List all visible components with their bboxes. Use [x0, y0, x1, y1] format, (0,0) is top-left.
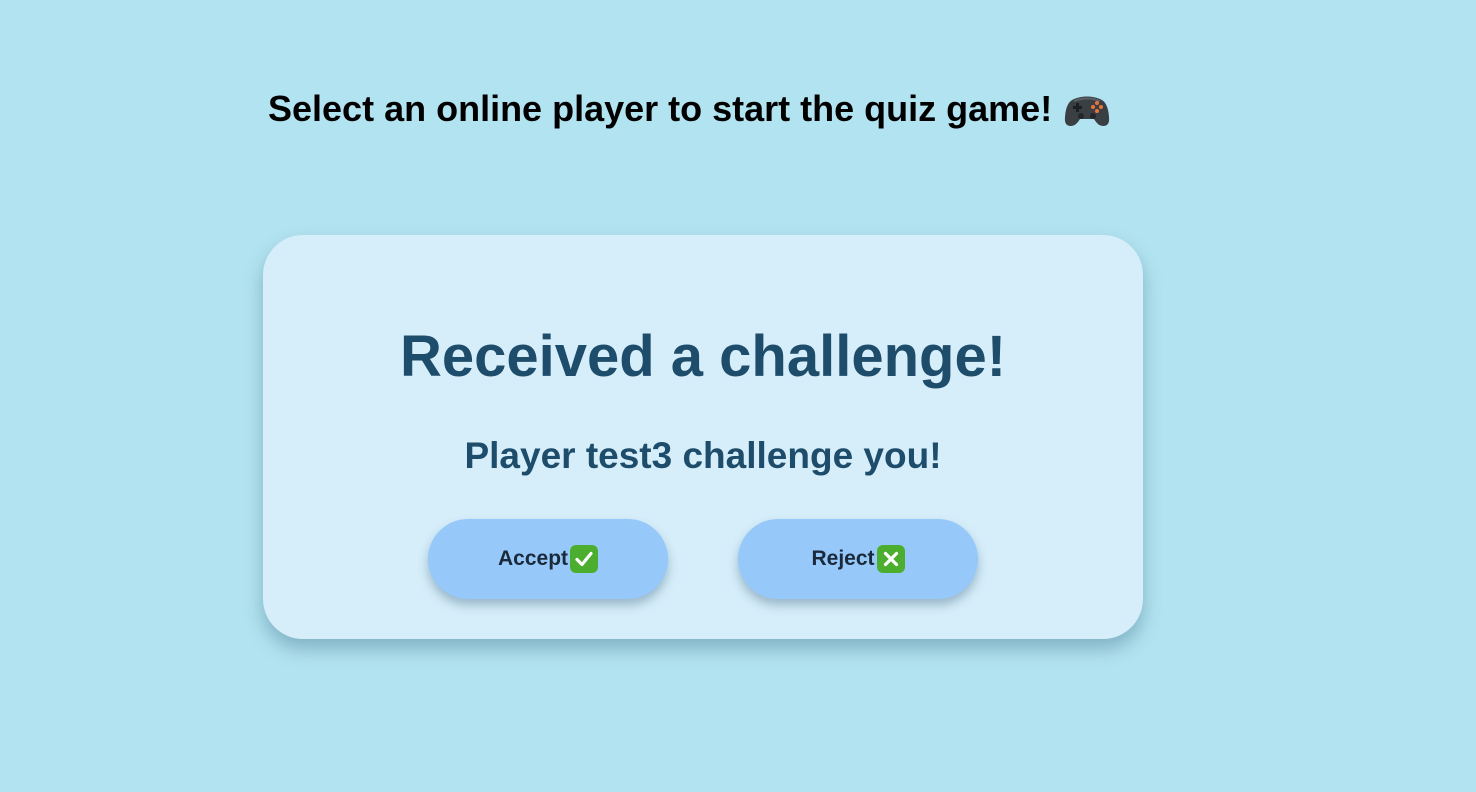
challenge-dialog: Received a challenge! Player test3 chall… [263, 235, 1143, 639]
challenge-heading: Received a challenge! [399, 324, 1007, 389]
cross-mark-icon [876, 545, 905, 573]
reject-button[interactable]: Reject [738, 519, 978, 599]
accept-button-label: Accept [497, 547, 569, 570]
accept-button[interactable]: Accept [428, 519, 668, 599]
challenge-message: Player test3 challenge you! [464, 435, 942, 476]
gamepad-icon [1064, 89, 1110, 129]
page-title-text: Select an online player to start the qui… [268, 88, 1053, 129]
page-title: Select an online player to start the qui… [268, 88, 1110, 130]
reject-button-label: Reject [811, 547, 875, 570]
check-mark-icon [570, 545, 599, 573]
